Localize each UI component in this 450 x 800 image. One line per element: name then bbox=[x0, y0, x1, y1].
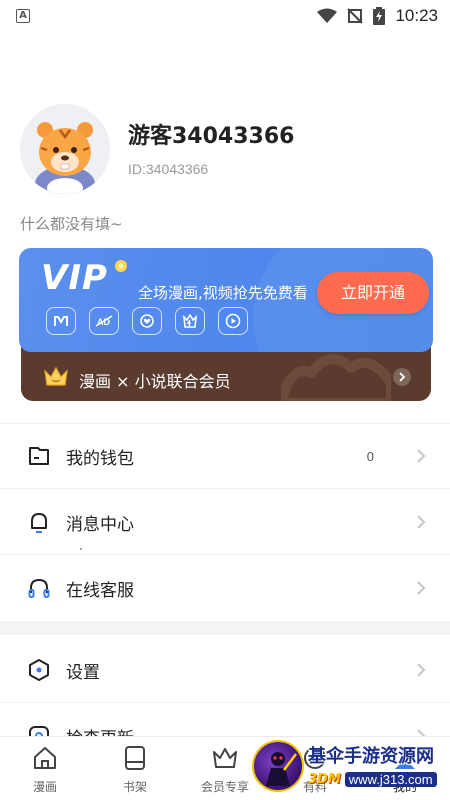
play-perk-icon bbox=[218, 307, 248, 335]
bookshelf-icon bbox=[125, 746, 145, 770]
wifi-icon bbox=[317, 8, 338, 24]
menu-label: 我的钱包 bbox=[66, 448, 134, 469]
watermark-logo-icon bbox=[252, 740, 304, 792]
vip-card[interactable]: VIP 全场漫画,视频抢先免费看 立即开通 AD bbox=[19, 248, 433, 352]
ad-free-perk-icon: AD bbox=[89, 307, 119, 335]
watermark-title: 基伞手游资源网 bbox=[308, 746, 434, 767]
tab-label: 漫画 bbox=[32, 780, 57, 794]
notification-app-icon: A bbox=[16, 9, 30, 23]
vip-description: 全场漫画,视频抢先免费看 bbox=[138, 284, 308, 302]
tab-bookshelf[interactable]: 书架 bbox=[90, 737, 180, 800]
home-icon bbox=[34, 747, 56, 769]
watermark: 基伞手游资源网 3DM www.j313.com bbox=[250, 738, 446, 796]
vip-perks: AD bbox=[46, 307, 248, 335]
tiger-avatar-icon bbox=[20, 104, 110, 194]
user-id: ID:34043366 bbox=[128, 161, 209, 177]
chevron-right-icon bbox=[417, 515, 426, 529]
chevron-right-icon bbox=[417, 581, 426, 595]
user-bio[interactable]: 什么都没有填~ bbox=[20, 213, 123, 234]
menu-label: 在线客服 bbox=[66, 580, 134, 601]
headset-icon bbox=[28, 578, 50, 598]
crown-icon bbox=[44, 366, 68, 386]
menu-label: 设置 bbox=[66, 662, 100, 683]
crown-icon bbox=[213, 748, 237, 768]
tab-manga[interactable]: 漫画 bbox=[0, 737, 90, 800]
bell-icon bbox=[31, 513, 47, 533]
wallet-balance: 0 bbox=[366, 448, 374, 464]
vip-logo: VIP bbox=[41, 258, 108, 298]
clock: 10:23 bbox=[395, 6, 438, 25]
watermark-brand-icon: 3DM bbox=[308, 771, 341, 787]
settings-hexagon-icon bbox=[29, 659, 49, 681]
no-signal-icon bbox=[347, 8, 364, 24]
chevron-right-icon bbox=[417, 663, 426, 677]
menu-item-wallet[interactable]: 我的钱包 0 bbox=[0, 424, 450, 488]
bundle-membership-label: 漫画 × 小说联合会员 bbox=[79, 372, 231, 391]
menu-item-messages[interactable]: 消息中心 bbox=[0, 490, 450, 554]
chevron-right-icon bbox=[393, 368, 411, 386]
status-bar: A 10:23 bbox=[0, 0, 450, 32]
menu-label: 消息中心 bbox=[66, 514, 134, 535]
battery-charging-icon bbox=[373, 7, 386, 25]
manga-perk-icon bbox=[46, 307, 76, 335]
watermark-url: www.j313.com bbox=[344, 771, 437, 787]
chevron-right-icon bbox=[417, 449, 426, 463]
vip-subscribe-button[interactable]: 立即开通 bbox=[317, 272, 429, 314]
wallet-icon bbox=[29, 447, 49, 465]
heart-perk-icon bbox=[132, 307, 162, 335]
tab-label: 书架 bbox=[122, 780, 147, 794]
avatar[interactable] bbox=[20, 104, 110, 194]
username: 游客34043366 bbox=[128, 124, 295, 149]
menu-item-settings[interactable]: 设置 bbox=[0, 638, 450, 702]
sparkle-icon bbox=[115, 260, 127, 272]
menu-item-customer-service[interactable]: 在线客服 bbox=[0, 556, 450, 620]
badge-perk-icon bbox=[175, 307, 205, 335]
